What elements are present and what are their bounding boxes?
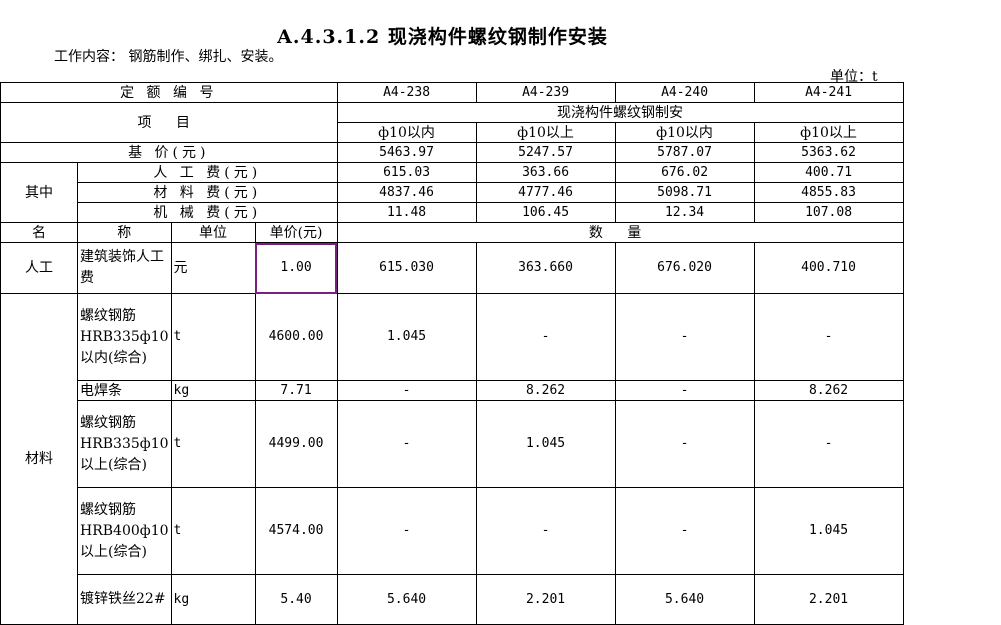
qty-cell: 5.640	[336, 574, 477, 625]
qty-cell: 676.020	[614, 242, 755, 294]
qty-cell: -	[753, 400, 904, 488]
spec-cell: ф10以内	[336, 122, 477, 143]
labor-row: 人工 建筑装饰人工费 元 1.00 615.030 363.660 676.02…	[0, 242, 904, 294]
base-price-row: 基 价(元) 5463.97 5247.57 5787.07 5363.62	[0, 142, 904, 163]
material-price: 4574.00	[254, 487, 338, 575]
cost-row: 其中 人 工 费(元) 615.03 363.66 676.02 400.71	[0, 162, 904, 223]
material-unit: kg	[170, 380, 256, 401]
material-price: 7.71	[254, 380, 338, 401]
cost-cell: 676.02	[614, 162, 755, 183]
material-row: 材料 螺纹钢筋HRB335ф10以内(综合) t 4600.00 1.045 -…	[0, 293, 904, 625]
qty-cell: -	[336, 380, 477, 401]
qty-cell: 1.045	[475, 400, 616, 488]
qty-cell: 400.710	[753, 242, 904, 294]
base-price-cell: 5463.97	[336, 142, 477, 163]
material-row: 电焊条 kg 7.71 - 8.262 - 8.262	[1, 380, 904, 401]
cost-label: 机 械 费(元)	[77, 202, 338, 223]
qty-cell: 1.045	[336, 293, 477, 381]
cost-cell: 363.66	[475, 162, 616, 183]
base-price-label: 基 价(元)	[0, 142, 338, 163]
cost-row: 机 械 费(元) 11.48 106.45 12.34 107.08	[1, 202, 904, 223]
qty-cell: -	[475, 293, 616, 381]
qty-cell: -	[614, 400, 755, 488]
code-label: 定 额 编 号	[0, 82, 338, 103]
group-title: 现浇构件螺纹钢制安	[336, 102, 904, 123]
cost-cell: 12.34	[614, 202, 755, 223]
qty-cell: -	[753, 293, 904, 381]
cost-cell: 4837.46	[336, 182, 477, 203]
qty-cell: -	[614, 293, 755, 381]
col-name-label: 名	[0, 222, 78, 243]
code-row: 定 额 编 号 A4-238 A4-239 A4-240 A4-241	[0, 82, 904, 103]
labor-name: 建筑装饰人工费	[77, 242, 172, 294]
cost-cell: 107.08	[753, 202, 904, 223]
material-name: 螺纹钢筋HRB335ф10以内(综合)	[77, 293, 172, 381]
qty-cell: 615.030	[336, 242, 477, 294]
work-content: 工作内容： 钢筋制作、绑扎、安装。	[54, 49, 283, 65]
item-row: 项 目 现浇构件螺纹钢制安	[0, 102, 904, 143]
material-name: 螺纹钢筋HRB335ф10以上(综合)	[77, 400, 172, 488]
material-unit: t	[170, 487, 256, 575]
qty-cell: -	[614, 380, 755, 401]
cost-label: 人 工 费(元)	[77, 162, 338, 183]
cost-cell: 106.45	[475, 202, 616, 223]
material-price: 5.40	[254, 574, 338, 625]
cost-row: 材 料 费(元) 4837.46 4777.46 5098.71 4855.83	[1, 182, 904, 203]
material-row: 螺纹钢筋HRB335ф10以上(综合) t 4499.00 - 1.045 - …	[1, 400, 904, 488]
cost-cell: 400.71	[753, 162, 904, 183]
cost-cell: 11.48	[336, 202, 477, 223]
cost-cell: 4777.46	[475, 182, 616, 203]
qty-cell: 8.262	[753, 380, 904, 401]
col-unit-label: 单位	[170, 222, 256, 243]
qty-cell: -	[336, 400, 477, 488]
qty-cell: 5.640	[614, 574, 755, 625]
item-label: 项 目	[0, 102, 338, 143]
qty-cell: 8.262	[475, 380, 616, 401]
quota-table: 定 额 编 号 A4-238 A4-239 A4-240 A4-241 项 目 …	[0, 82, 904, 625]
material-name: 螺纹钢筋HRB400ф10以上(综合)	[77, 487, 172, 575]
material-price: 4499.00	[254, 400, 338, 488]
code-cell: A4-240	[614, 82, 755, 103]
material-name: 镀锌铁丝22#	[77, 574, 172, 625]
qty-cell: 2.201	[475, 574, 616, 625]
base-price-cell: 5787.07	[614, 142, 755, 163]
material-unit: t	[170, 293, 256, 381]
column-header-row: 名 称 单位 单价(元) 数 量	[0, 222, 904, 243]
labor-unit: 元	[170, 242, 256, 294]
qty-cell: 2.201	[753, 574, 904, 625]
of-which-label: 其中	[0, 162, 78, 223]
qty-cell: -	[475, 487, 616, 575]
cost-label: 材 料 费(元)	[77, 182, 338, 203]
page-title: A.4.3.1.2 现浇构件螺纹钢制作安装	[277, 26, 608, 48]
cost-cell: 4855.83	[753, 182, 904, 203]
cost-cell: 615.03	[336, 162, 477, 183]
code-cell: A4-241	[753, 82, 904, 103]
col-qty-label: 数 量	[336, 222, 904, 243]
base-price-cell: 5247.57	[475, 142, 616, 163]
col-price-label: 单价(元)	[254, 222, 338, 243]
material-category: 材料	[0, 293, 78, 625]
qty-cell: -	[614, 487, 755, 575]
material-unit: kg	[170, 574, 256, 625]
code-cell: A4-238	[336, 82, 477, 103]
labor-category: 人工	[0, 242, 78, 294]
col-name-label-2: 称	[77, 222, 172, 243]
qty-cell: 363.660	[475, 242, 616, 294]
material-unit: t	[170, 400, 256, 488]
code-cell: A4-239	[475, 82, 616, 103]
material-price: 4600.00	[254, 293, 338, 381]
labor-price-cell-selected[interactable]: 1.00	[254, 242, 338, 294]
spec-cell: ф10以上	[475, 122, 616, 143]
base-price-cell: 5363.62	[753, 142, 904, 163]
cost-cell: 5098.71	[614, 182, 755, 203]
spec-cell: ф10以内	[614, 122, 755, 143]
material-row: 螺纹钢筋HRB400ф10以上(综合) t 4574.00 - - - 1.04…	[1, 487, 904, 575]
material-name: 电焊条	[77, 380, 172, 401]
qty-cell: -	[336, 487, 477, 575]
qty-cell: 1.045	[753, 487, 904, 575]
spec-cell: ф10以上	[753, 122, 904, 143]
material-row: 镀锌铁丝22# kg 5.40 5.640 2.201 5.640 2.201	[1, 574, 904, 625]
